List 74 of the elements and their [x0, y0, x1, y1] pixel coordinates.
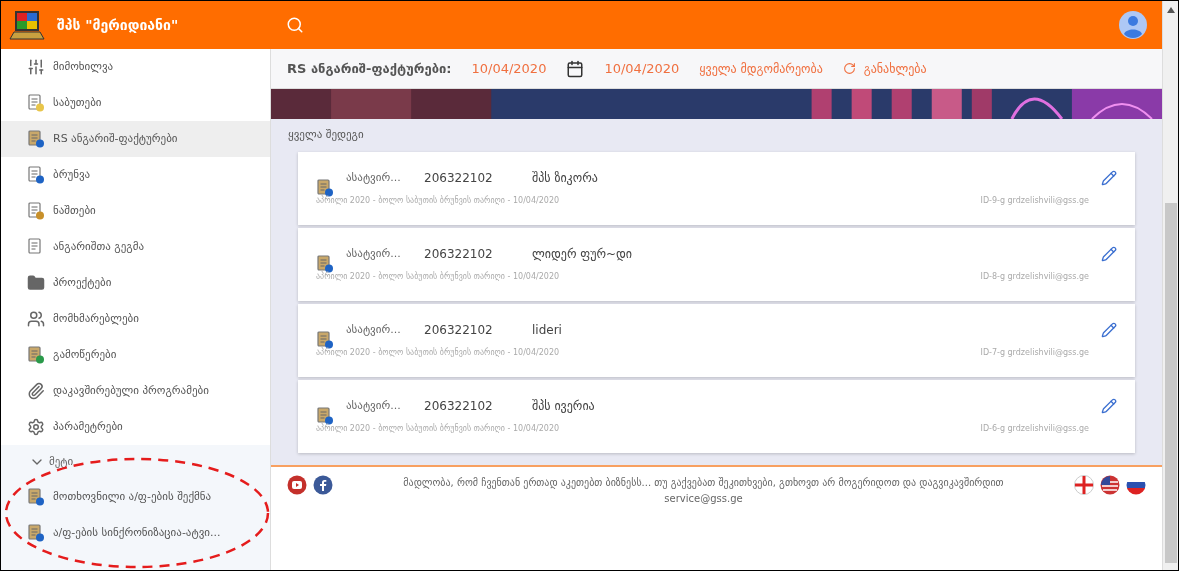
page-title: RS ანგარიშ-ფაქტურები: — [287, 59, 452, 78]
result-card[interactable]: ასატვირ... 206322102 lideri აპრილი 2020 - ბოლო საბუთის ბრუნვის თარიღი - 10/04/2020 ID-7-g grdzelishvili@gss.ge — [298, 303, 1135, 377]
document-icon — [316, 407, 334, 425]
user-text: ID-8-g grdzelishvili@gss.ge — [980, 271, 1089, 283]
tax-code: 206322102 — [424, 398, 494, 415]
sidebar-item[interactable]: ა/ფ-ების სინქრონიზაცია-ატვი... — [1, 515, 270, 551]
result-card[interactable]: ასატვირ... 206322102 შპს ზიკორა აპრილი 2020 - ბოლო საბუთის ბრუნვის თარიღი - 10/04/2020 ID-9-g grdzelishvili@gss.ge — [298, 151, 1135, 225]
scrollbar-thumb[interactable] — [1164, 203, 1177, 563]
sidebar-item[interactable]: ბრუნვა — [1, 157, 270, 193]
status-text: ასატვირ... — [346, 245, 402, 262]
us-flag-icon[interactable] — [1100, 474, 1120, 495]
folder-icon — [27, 274, 45, 292]
edit-icon[interactable] — [1101, 245, 1117, 262]
logo-icon — [9, 10, 45, 40]
sidebar-item[interactable]: პარამეტრები — [1, 409, 270, 445]
document-icon — [27, 524, 45, 542]
sidebar-item[interactable]: მოთხოვნილი ა/ფ-ების შექმნა — [1, 479, 270, 515]
sidebar-item[interactable]: პროექტები — [1, 265, 270, 301]
sidebar-item[interactable]: RS ანგარიშ-ფაქტურები — [1, 121, 270, 157]
paperclip-icon — [27, 382, 45, 400]
youtube-icon[interactable] — [287, 474, 307, 495]
edit-icon[interactable] — [1101, 397, 1117, 414]
company-name: ლიდერ ფურ~დი — [532, 246, 633, 263]
document-icon — [27, 202, 45, 220]
company-title: შპს "მერიდიანი" — [57, 15, 179, 35]
sidebar-item[interactable]: დაკავშირებული პროგრამები — [1, 373, 270, 409]
document-icon — [316, 331, 334, 349]
status-text: ასატვირ... — [346, 397, 402, 414]
footer-message: მადლობა, რომ ჩვენთან ერთად აკეთებთ ბიზნესს... თუ გაქვებათ შეკითხვები, გთხოვთ არ მოგერიდოთ და დაგვიკავშირდით service@gss.ge — [402, 475, 1005, 506]
document-icon — [27, 130, 45, 148]
calendar-icon[interactable] — [566, 59, 585, 78]
details-text: აპრილი 2020 - ბოლო საბუთის ბრუნვის თარიღი - 10/04/2020 — [316, 423, 560, 435]
document-icon — [27, 166, 45, 184]
avatar-icon[interactable] — [1118, 10, 1148, 40]
document-icon — [316, 255, 334, 273]
result-card[interactable]: ასატვირ... 206322102 ლიდერ ფურ~დი აპრილი 2020 - ბოლო საბუთის ბრუნვის თარიღი - 10/04/2020 ID-8-g grdzelishvili@gss.ge — [298, 227, 1135, 301]
sidebar-item[interactable]: მომხმარებლები — [1, 301, 270, 337]
document-icon — [27, 94, 45, 112]
sidebar-item[interactable]: საბუთები — [1, 85, 270, 121]
sliders-icon — [27, 58, 45, 76]
document-icon — [27, 488, 45, 506]
georgian-flag-icon[interactable] — [1074, 474, 1094, 495]
facebook-icon[interactable] — [313, 474, 333, 495]
tax-code: 206322102 — [424, 246, 494, 263]
status-text: ასატვირ... — [346, 169, 402, 186]
user-text: ID-7-g grdzelishvili@gss.ge — [980, 347, 1089, 359]
edit-icon[interactable] — [1101, 321, 1117, 338]
company-name: შპს ივერია — [532, 398, 595, 415]
search-icon[interactable] — [286, 16, 304, 34]
tax-code: 206322102 — [424, 322, 494, 339]
edit-icon[interactable] — [1101, 169, 1117, 186]
user-text: ID-6-g grdzelishvili@gss.ge — [980, 423, 1089, 435]
sidebar-item[interactable]: ნაშთები — [1, 193, 270, 229]
document-icon — [27, 346, 45, 364]
settings-icon — [27, 418, 45, 436]
document-icon — [316, 179, 334, 197]
company-name: შპს ზიკორა — [532, 170, 598, 187]
users-icon — [27, 310, 45, 328]
sidebar-item[interactable]: ანგარიშთა გეგმა — [1, 229, 270, 265]
scrollbar[interactable] — [1162, 1, 1178, 570]
results-heading: ყველა შედეგი — [288, 127, 365, 143]
scroll-up-icon[interactable] — [1166, 7, 1175, 13]
company-name: lideri — [532, 322, 562, 339]
status-text: ასატვირ... — [346, 321, 402, 338]
tax-code: 206322102 — [424, 170, 494, 187]
details-text: აპრილი 2020 - ბოლო საბუთის ბრუნვის თარიღი - 10/04/2020 — [316, 195, 560, 207]
user-text: ID-9-g grdzelishvili@gss.ge — [980, 195, 1089, 207]
details-text: აპრილი 2020 - ბოლო საბუთის ბრუნვის თარიღი - 10/04/2020 — [316, 347, 560, 359]
result-card[interactable]: ასატვირ... 206322102 შპს ივერია აპრილი 2020 - ბოლო საბუთის ბრუნვის თარიღი - 10/04/2020 ID-6-g grdzelishvili@gss.ge — [298, 379, 1135, 453]
more-toggle[interactable]: მეტი — [1, 445, 270, 479]
sidebar-item[interactable]: მიმოხილვა — [1, 49, 270, 85]
details-text: აპრილი 2020 - ბოლო საბუთის ბრუნვის თარიღი - 10/04/2020 — [316, 271, 560, 283]
sidebar-item[interactable]: გამოწერები — [1, 337, 270, 373]
refresh-icon — [842, 62, 856, 75]
